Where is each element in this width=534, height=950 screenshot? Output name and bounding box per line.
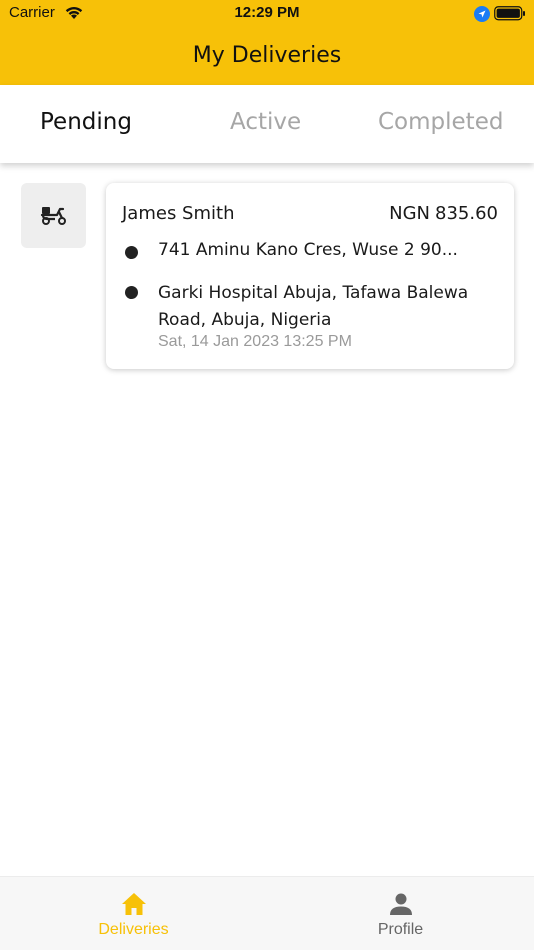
- scooter-icon: [40, 207, 66, 225]
- page-title: My Deliveries: [192, 43, 342, 68]
- delivery-type-badge: [21, 183, 86, 248]
- nav-deliveries[interactable]: Deliveries: [0, 877, 267, 950]
- clock: 12:29 PM: [234, 4, 300, 21]
- delivery-tabs: Pending Active Completed: [0, 85, 534, 163]
- location-icon: [474, 6, 490, 26]
- pickup-address: 741 Aminu Kano Cres, Wuse 2 90...: [158, 240, 458, 260]
- delivery-datetime: Sat, 14 Jan 2023 13:25 PM: [158, 333, 352, 350]
- tab-active[interactable]: Active: [230, 109, 301, 135]
- delivery-card[interactable]: James Smith NGN 835.60 741 Aminu Kano Cre…: [106, 183, 514, 369]
- battery-icon: [494, 6, 526, 25]
- bottom-nav: Deliveries Profile: [0, 876, 534, 950]
- tab-completed[interactable]: Completed: [378, 109, 503, 135]
- nav-deliveries-label: Deliveries: [98, 921, 169, 938]
- app-header: Carrier 12:29 PM My Deliveries: [0, 0, 534, 85]
- dropoff-dot: [125, 286, 138, 299]
- dropoff-address: Garki Hospital Abuja, Tafawa Balewa Road…: [158, 283, 469, 330]
- price-amount: 835.60: [435, 203, 498, 224]
- status-bar: Carrier 12:29 PM: [0, 0, 534, 30]
- person-icon: [389, 893, 412, 915]
- delivery-price: NGN 835.60: [389, 203, 498, 224]
- pickup-dot: [125, 246, 138, 259]
- nav-profile-label: Profile: [377, 921, 424, 938]
- nav-profile[interactable]: Profile: [267, 877, 534, 950]
- home-icon: [121, 893, 146, 915]
- price-currency: NGN: [389, 203, 431, 224]
- customer-name: James Smith: [122, 203, 235, 224]
- tab-pending[interactable]: Pending: [40, 109, 132, 135]
